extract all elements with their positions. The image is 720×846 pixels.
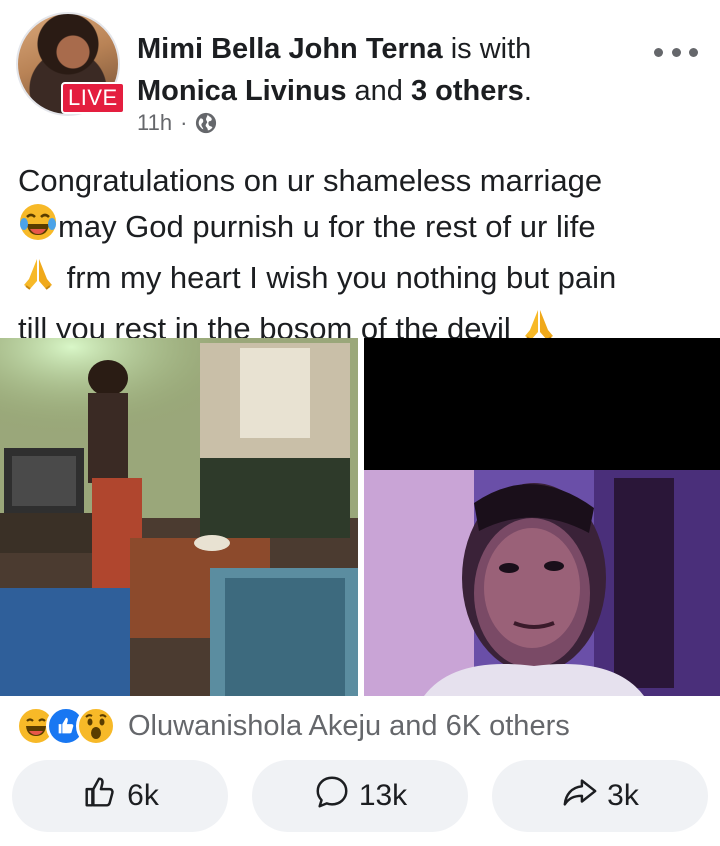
post-text: Congratulations on ur shameless marriage…	[18, 160, 708, 355]
post-text-line2: may God purnish u for the rest of ur lif…	[58, 209, 596, 244]
wow-icon	[76, 706, 116, 746]
post-photos	[0, 338, 720, 696]
share-count: 3k	[607, 779, 639, 812]
post-header: LIVE Mimi Bella John Terna is with Monic…	[0, 0, 720, 150]
tagged-user[interactable]: Monica Livinus	[137, 75, 346, 107]
post-actions: 6k 13k 3k	[0, 760, 720, 834]
photo-living-room[interactable]	[0, 338, 358, 696]
period: .	[523, 75, 532, 107]
reactions-text[interactable]: Oluwanishola Akeju and 6K others	[128, 710, 570, 743]
live-badge: LIVE	[61, 82, 125, 114]
and-text: and	[354, 75, 403, 107]
share-icon	[561, 773, 599, 819]
post-time[interactable]: 11h	[137, 110, 172, 136]
like-count: 6k	[127, 779, 159, 812]
post-title: Mimi Bella John Terna is with Monica Liv…	[137, 28, 637, 112]
comment-count: 13k	[358, 779, 408, 812]
praying-hands-emoji-icon	[18, 253, 58, 304]
reactions-summary[interactable]: Oluwanishola Akeju and 6K others	[16, 704, 570, 748]
thumbs-up-icon	[81, 773, 119, 819]
author-name[interactable]: Mimi Bella John Terna	[137, 33, 443, 65]
post-text-line3: frm my heart I wish you nothing but pain	[66, 260, 617, 295]
more-icon[interactable]	[654, 42, 698, 62]
comment-icon	[313, 773, 351, 819]
globe-icon	[195, 112, 217, 134]
comment-button[interactable]: 13k	[252, 760, 468, 832]
like-button[interactable]: 6k	[12, 760, 228, 832]
reaction-icons	[16, 706, 116, 746]
crying-laughing-emoji-icon	[18, 202, 58, 253]
photo-selfie[interactable]	[364, 338, 720, 696]
tagged-others[interactable]: 3 others	[411, 75, 524, 107]
share-button[interactable]: 3k	[492, 760, 708, 832]
with-text: is with	[450, 33, 532, 65]
post-meta: 11h ·	[137, 110, 217, 136]
facebook-post: LIVE Mimi Bella John Terna is with Monic…	[0, 0, 720, 846]
post-text-line1: Congratulations on ur shameless marriage	[18, 163, 603, 198]
meta-separator: ·	[180, 110, 188, 135]
